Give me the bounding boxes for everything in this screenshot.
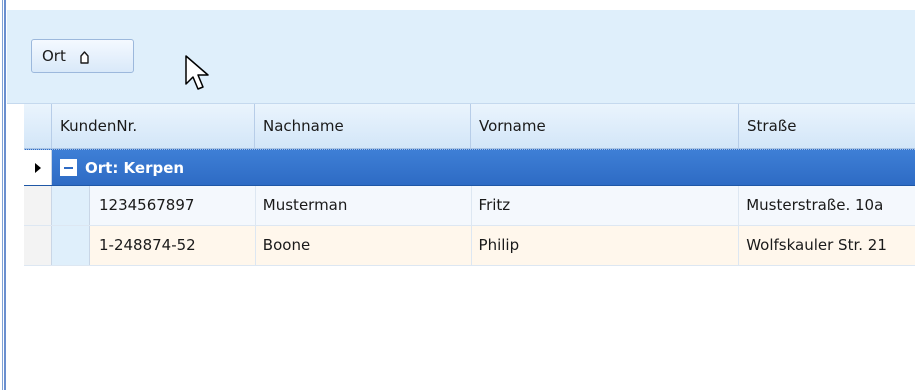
collapse-group-icon[interactable] — [60, 159, 77, 176]
group-indent — [52, 226, 90, 265]
cell-nachname[interactable]: Boone — [256, 226, 472, 265]
window-left-border — [0, 0, 7, 390]
sort-ascending-icon[interactable] — [80, 50, 89, 64]
header-row-indicator — [24, 104, 52, 148]
column-header-kundennr[interactable]: KundenNr. — [52, 104, 255, 148]
group-chip-label: Ort — [42, 47, 66, 65]
row-indicator[interactable] — [24, 226, 52, 265]
column-header-nachname[interactable]: Nachname — [255, 104, 471, 148]
current-row-arrow-icon — [34, 162, 41, 173]
column-header-strasse[interactable]: Straße — [739, 104, 915, 148]
cell-vorname[interactable]: Fritz — [472, 186, 740, 225]
group-row-ort-kerpen[interactable]: Ort: Kerpen — [24, 149, 915, 186]
row-indicator — [24, 150, 52, 185]
cell-nachname[interactable]: Musterman — [256, 186, 472, 225]
cell-kundennr[interactable]: 1-248874-52 — [90, 226, 256, 265]
table-row[interactable]: 1-248874-52 Boone Philip Wolfskauler Str… — [24, 226, 915, 266]
row-indicator[interactable] — [24, 186, 52, 225]
group-by-panel[interactable]: Ort — [7, 10, 915, 104]
group-by-ort-chip[interactable]: Ort — [31, 39, 134, 73]
group-indent — [52, 186, 90, 225]
column-header-row: KundenNr. Nachname Vorname Straße — [24, 104, 915, 149]
mouse-pointer-icon — [184, 54, 212, 94]
data-grid: KundenNr. Nachname Vorname Straße Ort: K… — [24, 104, 915, 266]
column-header-vorname[interactable]: Vorname — [471, 104, 739, 148]
cell-vorname[interactable]: Philip — [472, 226, 740, 265]
table-row[interactable]: 1234567897 Musterman Fritz Musterstraße.… — [24, 186, 915, 226]
cell-strasse[interactable]: Musterstraße. 10a — [739, 186, 915, 225]
cell-strasse[interactable]: Wolfskauler Str. 21 — [739, 226, 915, 265]
cell-kundennr[interactable]: 1234567897 — [90, 186, 256, 225]
group-label: Ort: Kerpen — [85, 158, 185, 177]
